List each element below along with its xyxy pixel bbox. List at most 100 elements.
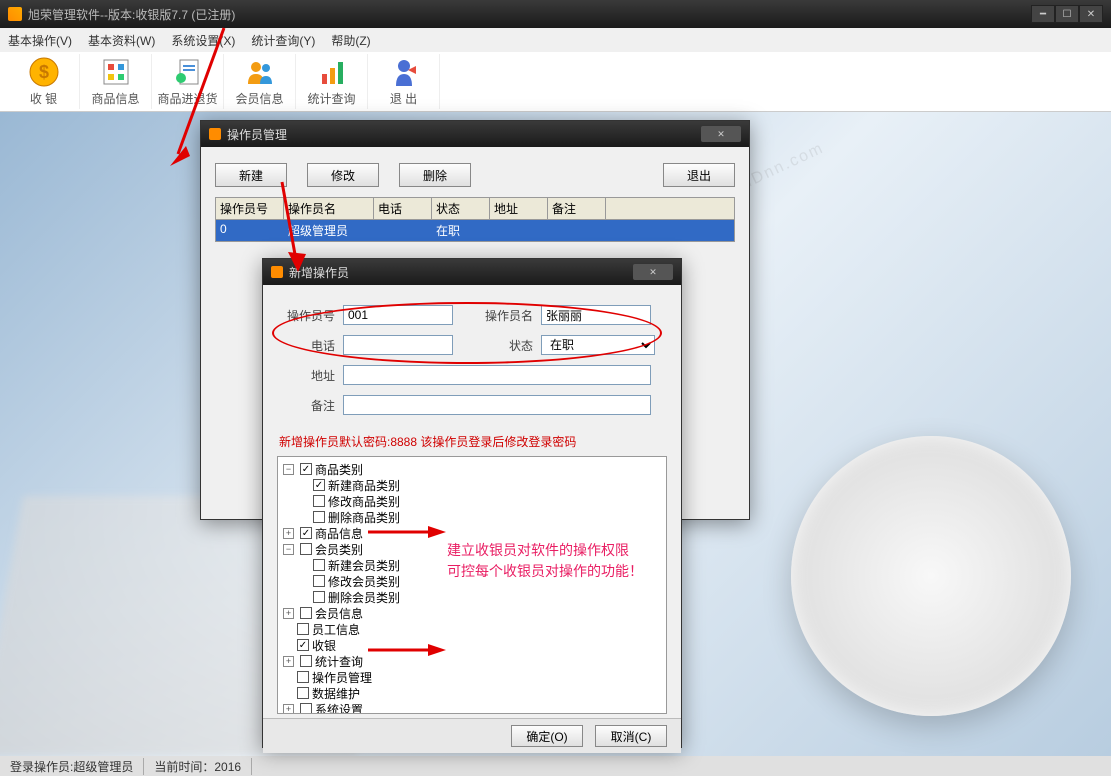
document-icon: [172, 56, 204, 88]
close-button[interactable]: ✕: [1079, 5, 1103, 23]
delete-button[interactable]: 删除: [399, 163, 471, 187]
tool-exit[interactable]: 退 出: [368, 54, 440, 109]
tree-node[interactable]: 修改商品类别: [328, 493, 400, 510]
checkbox[interactable]: [300, 703, 312, 714]
expander-icon[interactable]: +: [283, 704, 294, 715]
checkbox[interactable]: [300, 607, 312, 619]
permission-tree[interactable]: − 商品类别 新建商品类别 修改商品类别 删除商品类别 + 商品信息 − 会员类别 新…: [277, 456, 667, 714]
checkbox[interactable]: [297, 687, 309, 699]
dialog-title: 新增操作员: [289, 264, 349, 281]
operator-name-input[interactable]: [541, 305, 651, 325]
col-remark[interactable]: 备注: [548, 198, 606, 219]
ok-button[interactable]: 确定(O): [511, 725, 583, 747]
checkbox[interactable]: [313, 559, 325, 571]
minimize-button[interactable]: ━: [1031, 5, 1055, 23]
new-button[interactable]: 新建: [215, 163, 287, 187]
checkbox[interactable]: [313, 511, 325, 523]
menu-sys-setting[interactable]: 系统设置(X): [171, 32, 235, 49]
tool-product-info[interactable]: 商品信息: [80, 54, 152, 109]
checkbox[interactable]: [313, 495, 325, 507]
chart-icon: [316, 56, 348, 88]
tree-node[interactable]: 删除会员类别: [328, 589, 400, 606]
tree-node[interactable]: 操作员管理: [312, 669, 372, 686]
dialog-close-button[interactable]: ✕: [633, 264, 673, 280]
tree-node[interactable]: 新建会员类别: [328, 557, 400, 574]
menu-stat-query[interactable]: 统计查询(Y): [251, 32, 315, 49]
dialog-title-bar: 操作员管理 ✕: [201, 121, 749, 147]
tree-node[interactable]: 新建商品类别: [328, 477, 400, 494]
window-title: 旭荣管理软件--版本:收银版7.7 (已注册): [28, 6, 235, 23]
expander-icon[interactable]: +: [283, 656, 294, 667]
users-icon: [244, 56, 276, 88]
exit-button[interactable]: 退出: [663, 163, 735, 187]
tree-node[interactable]: 修改会员类别: [328, 573, 400, 590]
tree-node[interactable]: 商品类别: [315, 461, 363, 478]
svg-text:$: $: [38, 62, 48, 82]
checkbox[interactable]: [297, 639, 309, 651]
statusbar: 登录操作员:超级管理员 当前时间：2016: [0, 756, 1111, 776]
cell-status: 在职: [432, 220, 490, 241]
tree-node[interactable]: 员工信息: [312, 621, 360, 638]
cancel-button[interactable]: 取消(C): [595, 725, 667, 747]
col-phone[interactable]: 电话: [374, 198, 432, 219]
status-select[interactable]: 在职: [541, 335, 655, 355]
maximize-button[interactable]: ☐: [1055, 5, 1079, 23]
grid-icon: [100, 56, 132, 88]
label-remark: 备注: [279, 397, 335, 414]
col-status[interactable]: 状态: [432, 198, 490, 219]
col-name[interactable]: 操作员名: [284, 198, 374, 219]
tool-member-info[interactable]: 会员信息: [224, 54, 296, 109]
form-area: 操作员号 操作员名 电话 状态 在职 地址 备注: [263, 285, 681, 433]
expander-icon[interactable]: +: [283, 608, 294, 619]
label-address: 地址: [279, 367, 335, 384]
label-name: 操作员名: [461, 307, 533, 324]
table-row[interactable]: 0 超级管理员 在职: [216, 220, 734, 241]
menu-basic-op[interactable]: 基本操作(V): [8, 32, 72, 49]
tool-stat-query[interactable]: 统计查询: [296, 54, 368, 109]
app-icon: [8, 7, 22, 21]
tree-node[interactable]: 商品信息: [315, 525, 363, 542]
checkbox[interactable]: [297, 623, 309, 635]
menu-help[interactable]: 帮助(Z): [331, 32, 370, 49]
checkbox[interactable]: [313, 479, 325, 491]
coin-icon: $: [28, 56, 60, 88]
exit-icon: [388, 56, 420, 88]
dialog-close-button[interactable]: ✕: [701, 126, 741, 142]
tree-node[interactable]: 数据维护: [312, 685, 360, 702]
menubar: 基本操作(V) 基本资料(W) 系统设置(X) 统计查询(Y) 帮助(Z): [0, 28, 1111, 52]
cell-phone: [374, 220, 432, 241]
status-time: 当前时间：2016: [144, 758, 252, 775]
tool-cashier[interactable]: $ 收 银: [8, 54, 80, 109]
col-id[interactable]: 操作员号: [216, 198, 284, 219]
checkbox[interactable]: [300, 543, 312, 555]
expander-icon[interactable]: +: [283, 528, 294, 539]
background-clock: [791, 436, 1071, 716]
tree-node[interactable]: 会员信息: [315, 605, 363, 622]
checkbox[interactable]: [300, 527, 312, 539]
tree-node[interactable]: 会员类别: [315, 541, 363, 558]
operator-table: 操作员号 操作员名 电话 状态 地址 备注 0 超级管理员 在职: [215, 197, 735, 242]
remark-input[interactable]: [343, 395, 651, 415]
menu-basic-data[interactable]: 基本资料(W): [88, 32, 155, 49]
edit-button[interactable]: 修改: [307, 163, 379, 187]
operator-id-input[interactable]: [343, 305, 453, 325]
phone-input[interactable]: [343, 335, 453, 355]
checkbox[interactable]: [313, 591, 325, 603]
tree-node[interactable]: 删除商品类别: [328, 509, 400, 526]
checkbox[interactable]: [300, 463, 312, 475]
checkbox[interactable]: [300, 655, 312, 667]
tree-node[interactable]: 收银: [312, 637, 336, 654]
expander-icon[interactable]: −: [283, 464, 294, 475]
tree-node[interactable]: 系统设置: [315, 701, 363, 715]
col-address[interactable]: 地址: [490, 198, 548, 219]
dialog-icon: [271, 266, 283, 278]
checkbox[interactable]: [297, 671, 309, 683]
expander-icon[interactable]: −: [283, 544, 294, 555]
checkbox[interactable]: [313, 575, 325, 587]
address-input[interactable]: [343, 365, 651, 385]
dialog-title-bar: 新增操作员 ✕: [263, 259, 681, 285]
titlebar: 旭荣管理软件--版本:收银版7.7 (已注册) ━ ☐ ✕: [0, 0, 1111, 28]
tool-product-io[interactable]: 商品进退货: [152, 54, 224, 109]
dialog-title: 操作员管理: [227, 126, 287, 143]
tree-node[interactable]: 统计查询: [315, 653, 363, 670]
